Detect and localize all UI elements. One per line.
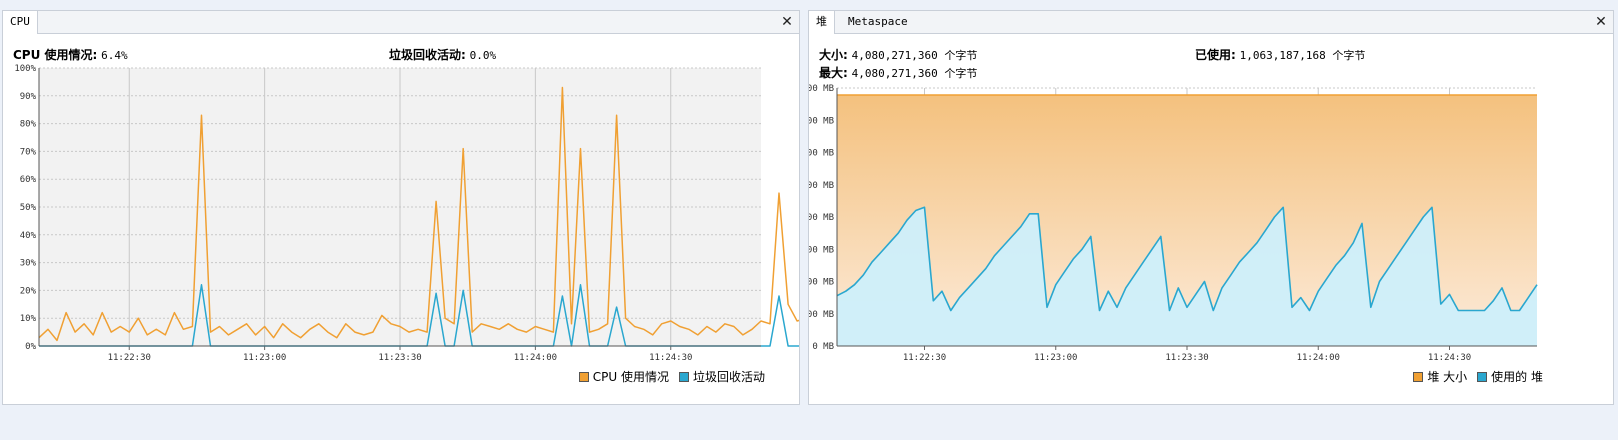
heap-used-stat: 已使用: 1,063,187,168 个字节 — [1195, 46, 1365, 63]
heap-panel: 堆 Metaspace ✕ 大小: 4,080,271,360 个字节 最大: … — [808, 10, 1614, 405]
y-tick-label: 2,000 MB — [809, 213, 834, 223]
gc-legend-label: 垃圾回收活动 — [692, 370, 765, 384]
y-tick-label: 40% — [20, 231, 37, 241]
cpu-usage-value: 6.4% — [101, 49, 128, 62]
y-tick-label: 3,500 MB — [809, 116, 834, 126]
heap-tabbar: 堆 Metaspace ✕ — [809, 11, 1613, 34]
y-tick-label: 4,000 MB — [809, 84, 834, 94]
cpu-legend-label: CPU 使用情况 — [592, 370, 669, 384]
heap-size-stat: 大小: 4,080,271,360 个字节 — [819, 46, 977, 63]
close-icon[interactable]: ✕ — [779, 11, 795, 33]
y-tick-label: 50% — [20, 203, 37, 213]
x-tick-label: 11:24:00 — [1297, 353, 1340, 363]
y-tick-label: 90% — [20, 92, 37, 102]
y-tick-label: 80% — [20, 120, 37, 130]
heap-size-label: 大小: — [819, 48, 848, 62]
cpu-tabbar: CPU ✕ — [3, 11, 799, 34]
y-tick-label: 0% — [25, 342, 36, 352]
heap-size-legend-label: 堆 大小 — [1427, 370, 1468, 384]
y-tick-label: 0 MB — [812, 342, 834, 352]
tab-cpu[interactable]: CPU — [3, 11, 38, 34]
y-tick-label: 10% — [20, 314, 37, 324]
y-tick-label: 60% — [20, 175, 37, 185]
heap-used-label: 已使用: — [1195, 48, 1236, 62]
cpu-legend-swatch — [578, 371, 589, 382]
heap-used-value: 1,063,187,168 个字节 — [1239, 49, 1366, 62]
x-tick-label: 11:23:30 — [1165, 353, 1208, 363]
heap-chart: 0 MB 500 MB 1,000 MB 1,500 MB 2,000 MB 2,500 … — [809, 84, 1538, 363]
y-tick-label: 3,000 MB — [809, 149, 834, 159]
x-tick-label: 11:23:30 — [378, 353, 421, 363]
y-tick-label: 1,000 MB — [809, 278, 834, 288]
y-tick-label: 2,500 MB — [809, 181, 834, 191]
x-tick-label: 11:22:30 — [108, 353, 151, 363]
x-tick-label: 11:24:00 — [514, 353, 557, 363]
heap-max-stat: 最大: 4,080,271,360 个字节 — [819, 64, 977, 81]
heap-size-legend-swatch — [1413, 371, 1424, 382]
y-tick-label: 100% — [14, 64, 36, 74]
y-tick-label: 20% — [20, 286, 37, 296]
cpu-chart: 0% 10% 20% 30% 40% 50% 60% 70% 80% 90% 100% 11:22:3… — [14, 64, 799, 363]
heap-max-value: 4,080,271,360 个字节 — [851, 67, 978, 80]
heap-max-label: 最大: — [819, 66, 848, 80]
x-tick-label: 11:24:30 — [1428, 353, 1471, 363]
cpu-usage-label: CPU 使用情况: — [13, 48, 98, 62]
y-tick-label: 1,500 MB — [809, 245, 834, 255]
gc-activity-stat: 垃圾回收活动: 0.0% — [389, 46, 496, 63]
cpu-usage-stat: CPU 使用情况: 6.4% — [13, 46, 128, 63]
x-tick-label: 11:22:30 — [903, 353, 946, 363]
cpu-panel: CPU ✕ CPU 使用情况: 6.4% 垃圾回收活动: 0.0% 0% 10% 2… — [2, 10, 800, 405]
close-icon[interactable]: ✕ — [1593, 11, 1609, 33]
heap-legend: 堆 大小 使用的 堆 — [1413, 368, 1543, 385]
y-tick-label: 500 MB — [809, 310, 834, 320]
tab-heap[interactable]: 堆 — [809, 11, 835, 34]
x-tick-label: 11:23:00 — [243, 353, 286, 363]
tab-metaspace[interactable]: Metaspace — [841, 11, 915, 33]
x-tick-label: 11:23:00 — [1034, 353, 1077, 363]
heap-size-value: 4,080,271,360 个字节 — [851, 49, 978, 62]
cpu-legend: CPU 使用情况 垃圾回收活动 — [578, 368, 765, 385]
gc-activity-value: 0.0% — [469, 49, 497, 62]
y-tick-label: 70% — [20, 147, 37, 157]
y-tick-label: 30% — [20, 259, 37, 269]
gc-activity-label: 垃圾回收活动: — [389, 48, 466, 62]
gc-legend-swatch — [678, 371, 689, 382]
heap-used-legend-swatch — [1477, 371, 1488, 382]
heap-used-legend-label: 使用的 堆 — [1491, 370, 1543, 384]
x-tick-label: 11:24:30 — [649, 353, 692, 363]
